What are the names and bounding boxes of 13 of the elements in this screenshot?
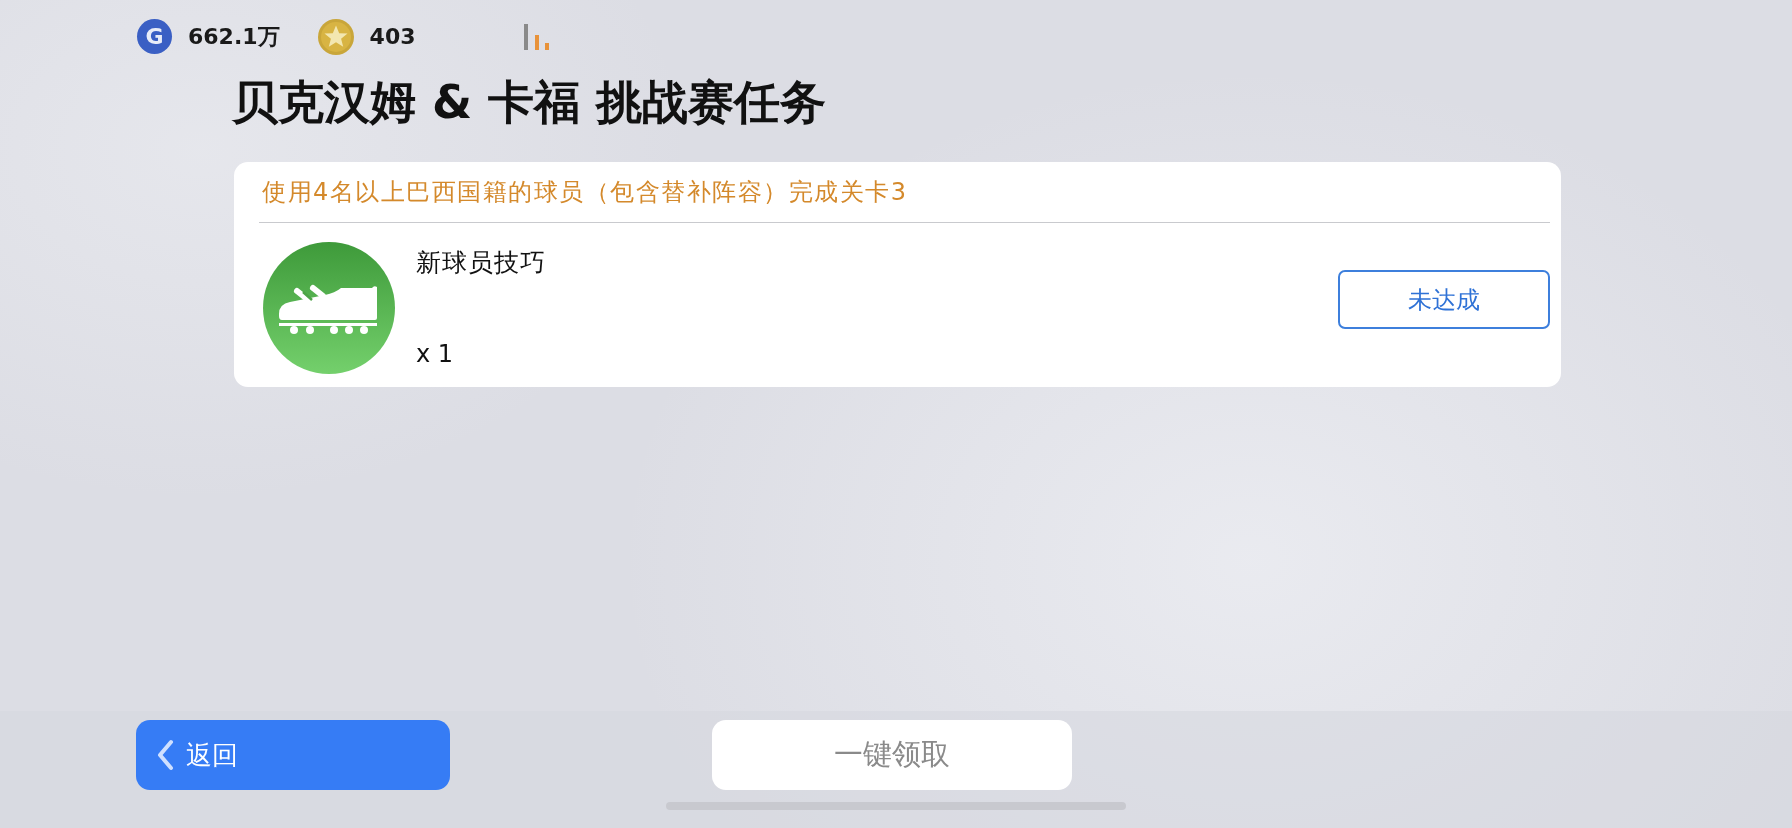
status-button[interactable]: 未达成 bbox=[1338, 270, 1550, 329]
star-coin-icon bbox=[317, 18, 354, 55]
currency-amount: 403 bbox=[369, 24, 416, 49]
reward-name: 新球员技巧 bbox=[416, 247, 546, 279]
currency-amount: 662.1万 bbox=[188, 22, 280, 51]
chevron-left-icon bbox=[156, 739, 174, 771]
signal-icon bbox=[523, 23, 550, 50]
reward-quantity: x 1 bbox=[416, 340, 454, 368]
mission-condition: 使用4名以上巴西国籍的球员（包含替补阵容）完成关卡3 bbox=[262, 177, 908, 208]
back-button[interactable]: 返回 bbox=[136, 720, 450, 790]
football-boot-icon bbox=[263, 242, 395, 374]
page-title: 贝克汉姆 & 卡福 挑战赛任务 bbox=[232, 74, 827, 130]
g-coin-icon: G bbox=[137, 19, 172, 54]
